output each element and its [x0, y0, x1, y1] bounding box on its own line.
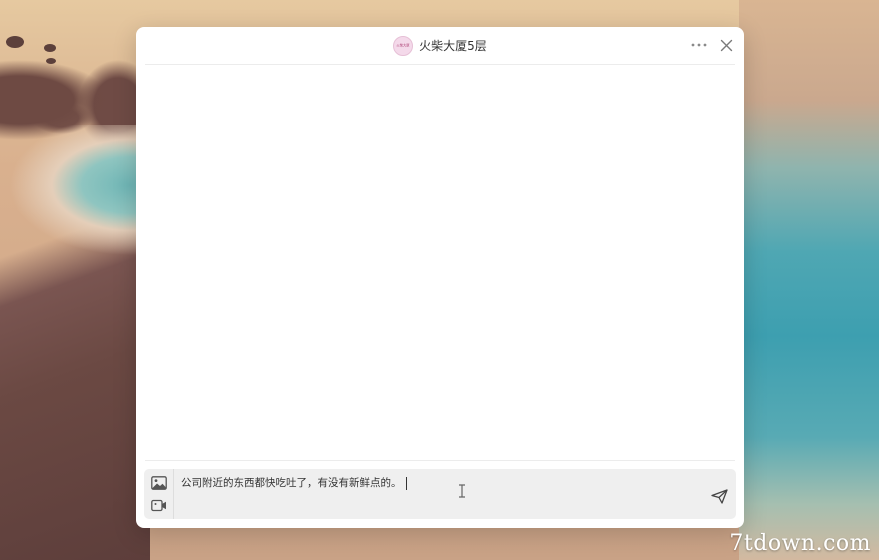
send-icon[interactable] — [710, 487, 728, 505]
wallpaper-rock — [46, 58, 56, 64]
avatar-text: 火柴大厦 — [396, 43, 410, 48]
title-bar: 火柴大厦 火柴大厦5层 — [136, 27, 744, 64]
desktop-wallpaper: 火柴大厦 火柴大厦5层 公司附近的东西都快吃吐了，有没有新鲜点的。 7tdown… — [0, 0, 879, 560]
video-icon[interactable] — [150, 498, 167, 514]
more-icon[interactable] — [690, 36, 708, 54]
group-avatar[interactable]: 火柴大厦 — [393, 35, 414, 56]
wallpaper-rock — [6, 36, 24, 48]
composer-tools — [144, 469, 174, 519]
image-icon[interactable] — [150, 475, 167, 491]
wallpaper-rocks — [0, 0, 150, 560]
wallpaper-beach — [10, 125, 150, 255]
ibeam-cursor-icon — [458, 483, 466, 498]
message-input-text: 公司附近的东西都快吃吐了，有没有新鲜点的。 — [181, 477, 402, 489]
message-input[interactable]: 公司附近的东西都快吃吐了，有没有新鲜点的。 — [181, 474, 696, 492]
close-icon[interactable] — [718, 37, 734, 53]
title-group: 火柴大厦 火柴大厦5层 — [393, 35, 487, 56]
wallpaper-sea — [739, 0, 879, 560]
text-caret — [405, 476, 407, 490]
wallpaper-rock — [44, 44, 56, 52]
message-list[interactable] — [145, 65, 735, 461]
watermark: 7tdown.com — [729, 531, 871, 556]
chat-title[interactable]: 火柴大厦5层 — [419, 37, 487, 54]
composer-divider — [145, 460, 735, 461]
chat-window: 火柴大厦 火柴大厦5层 公司附近的东西都快吃吐了，有没有新鲜点的。 — [136, 27, 744, 528]
title-actions — [690, 36, 734, 54]
composer: 公司附近的东西都快吃吐了，有没有新鲜点的。 — [144, 469, 736, 519]
